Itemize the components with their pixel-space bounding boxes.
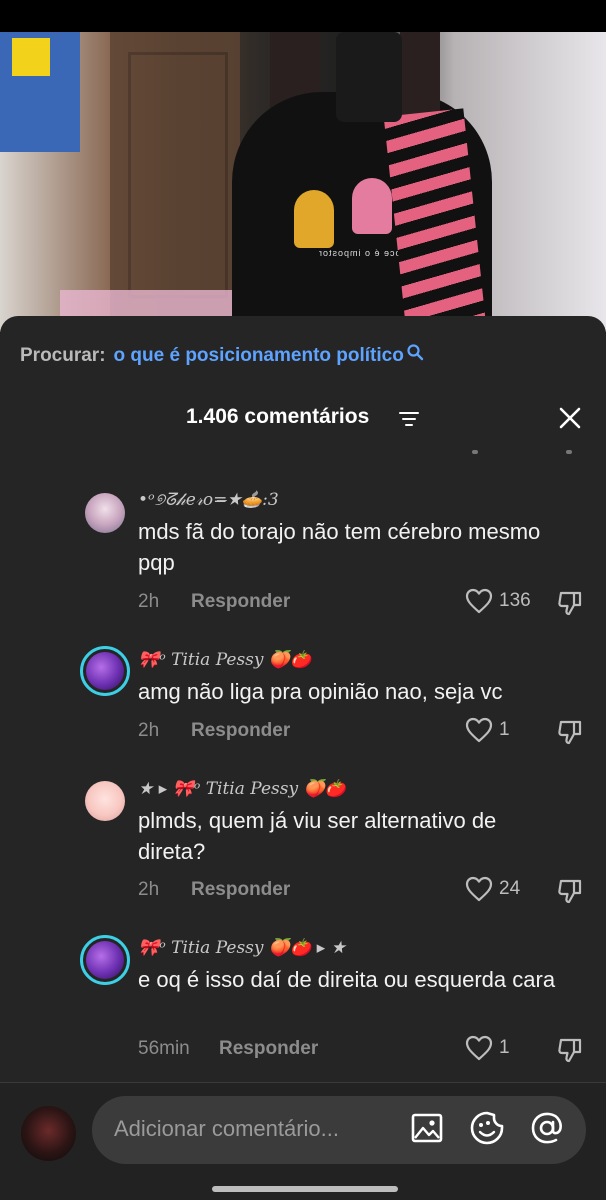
video-background[interactable]: voce é o impostor: [0, 32, 606, 332]
comment-text: plmds, quem já viu ser alternativo de di…: [138, 808, 497, 864]
reply-button[interactable]: Responder: [219, 1038, 318, 1060]
dislike-icon[interactable]: [556, 877, 584, 905]
search-query-link[interactable]: o que é posicionamento político: [114, 345, 404, 367]
like-count: 1: [499, 719, 510, 740]
avatar[interactable]: [80, 646, 130, 696]
like-button[interactable]: 24: [465, 876, 520, 902]
emoji-sticker-icon[interactable]: [469, 1110, 505, 1146]
comments-header: 1.406 comentários: [0, 400, 606, 436]
avatar[interactable]: [85, 493, 125, 533]
heart-icon: [465, 717, 493, 743]
reply-button[interactable]: Responder: [191, 720, 290, 742]
comment-text: amg não liga pra opinião nao, seja vc: [138, 679, 503, 704]
close-button[interactable]: [554, 402, 586, 434]
comments-sheet: [0, 316, 606, 1200]
avatar[interactable]: [85, 781, 125, 821]
dislike-icon[interactable]: [556, 718, 584, 746]
status-bar: [0, 0, 606, 32]
image-icon[interactable]: [409, 1110, 445, 1146]
heart-icon: [465, 876, 493, 902]
like-count: 136: [499, 590, 531, 611]
like-button[interactable]: 1: [465, 717, 510, 743]
comment-input-placeholder[interactable]: Adicionar comentário...: [114, 1116, 339, 1142]
heart-icon: [465, 1035, 493, 1061]
reply-button[interactable]: Responder: [191, 879, 290, 901]
shirt-print-pink: [352, 178, 392, 234]
scroll-fade-mark: [472, 450, 478, 454]
scroll-fade-mark: [566, 450, 572, 454]
shirt-print-yellow: [294, 190, 334, 248]
filter-icon[interactable]: [399, 410, 419, 428]
comment-time: 2h: [138, 879, 160, 900]
like-button[interactable]: 136: [465, 588, 531, 614]
comment-time: 2h: [138, 591, 160, 612]
search-suggestion[interactable]: Procurar: o que é posicionamento polític…: [20, 341, 424, 371]
search-icon[interactable]: [406, 343, 424, 361]
comments-count-title: 1.406 comentários: [186, 405, 370, 428]
comment-username[interactable]: 🎀ᵒ Titia Pessy 🍑🍅 ▸ ★: [138, 938, 346, 958]
reply-button[interactable]: Responder: [191, 591, 290, 613]
like-button[interactable]: 1: [465, 1035, 510, 1061]
comment-time: 56min: [138, 1038, 190, 1059]
like-count: 24: [499, 878, 521, 899]
comment-username[interactable]: 🎀ᵒ Titia Pessy 🍑🍅: [138, 650, 311, 670]
shirt-text: voce é o impostor: [318, 248, 407, 258]
comment-username[interactable]: ★ ▸ 🎀ᵒ Titia Pessy 🍑🍅: [138, 779, 346, 799]
wardrobe-door: [110, 32, 240, 332]
comment-text: mds fã do torajo não tem cérebro mesmo p…: [138, 519, 541, 575]
wall-poster: [0, 32, 80, 152]
comment-username[interactable]: •ᵒ୭ᘔ𝒽𝑒𝓇𝑜=̶★🥧:3: [138, 490, 279, 510]
close-icon: [559, 407, 581, 429]
avatar[interactable]: [80, 935, 130, 985]
heart-icon: [465, 588, 493, 614]
comment-time: 2h: [138, 720, 160, 741]
dislike-icon[interactable]: [556, 1036, 584, 1064]
comment-text: e oq é isso daí de direita ou esquerda c…: [138, 967, 556, 992]
like-count: 1: [499, 1037, 510, 1058]
home-indicator[interactable]: [212, 1186, 398, 1192]
my-avatar[interactable]: [21, 1106, 76, 1161]
dislike-icon[interactable]: [556, 589, 584, 617]
phone: [336, 32, 402, 122]
search-prefix: Procurar:: [20, 345, 106, 366]
mention-icon[interactable]: [529, 1110, 565, 1146]
